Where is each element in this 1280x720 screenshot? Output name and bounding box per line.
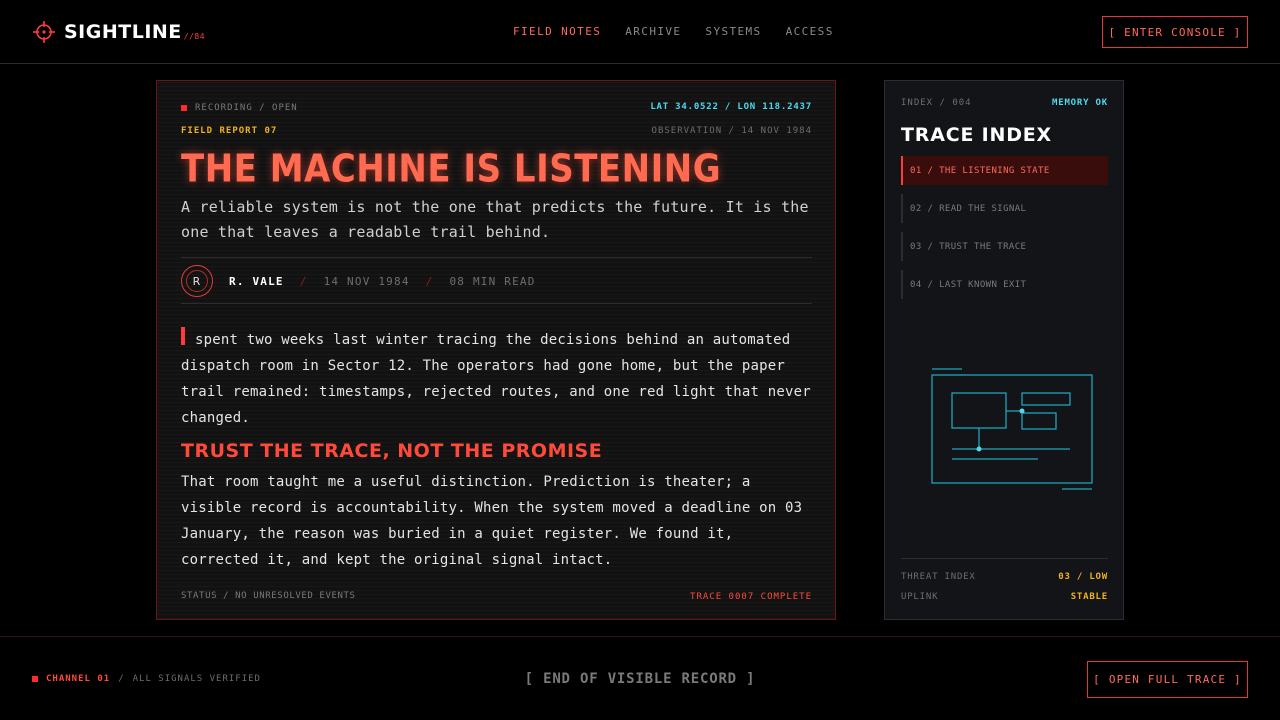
drop-cap-marker <box>181 327 185 345</box>
trace-index-panel: INDEX / 004 MEMORY OK TRACE INDEX 01 / T… <box>884 80 1124 620</box>
publish-date: 14 NOV 1984 <box>323 274 410 288</box>
read-time: 08 MIN READ <box>449 274 536 288</box>
trace-item-last-exit[interactable]: 04 / LAST KNOWN EXIT <box>901 270 1108 299</box>
recording-status: RECORDING / OPEN <box>181 103 298 113</box>
article-subtitle: A reliable system is not the one that pr… <box>181 198 809 241</box>
top-bar: SIGHTLINE //84 FIELD NOTES ARCHIVE SYSTE… <box>0 0 1280 64</box>
circuit-diagram-icon <box>931 368 1093 490</box>
uplink-value: STABLE <box>1070 592 1108 602</box>
uplink-label: UPLINK <box>901 592 939 602</box>
trace-list: 01 / THE LISTENING STATE 02 / READ THE S… <box>901 156 1108 308</box>
article-paragraph: That room taught me a useful distinction… <box>181 474 803 568</box>
divider <box>181 303 812 304</box>
byline: R R. VALE / 14 NOV 1984 / 08 MIN READ <box>181 265 536 297</box>
article-panel: RECORDING / OPEN LAT 34.0522 / LON 118.2… <box>156 80 836 620</box>
recording-label: RECORDING / OPEN <box>195 103 298 113</box>
nav-systems[interactable]: SYSTEMS <box>705 25 761 38</box>
coordinates-readout: LAT 34.0522 / LON 118.2437 <box>650 102 812 112</box>
panel-title: TRACE INDEX <box>901 124 1053 146</box>
crosshair-icon <box>33 21 55 43</box>
nav-archive[interactable]: ARCHIVE <box>625 25 681 38</box>
report-label: FIELD REPORT 07 <box>181 126 278 136</box>
enter-console-button[interactable]: [ ENTER CONSOLE ] <box>1102 16 1248 48</box>
recording-dot-icon <box>181 105 187 111</box>
author-name[interactable]: R. VALE <box>229 275 284 288</box>
footer-bar: CHANNEL 01 / ALL SIGNALS VERIFIED [ END … <box>0 636 1280 720</box>
status-line: STATUS / NO UNRESOLVED EVENTS <box>181 591 356 601</box>
paragraph-text: spent two weeks last winter tracing the … <box>181 332 811 426</box>
divider <box>901 558 1108 559</box>
brand-name: SIGHTLINE <box>64 21 182 43</box>
divider <box>181 257 812 258</box>
trace-item-trust-trace[interactable]: 03 / TRUST THE TRACE <box>901 232 1108 261</box>
threat-label: THREAT INDEX <box>901 572 976 582</box>
byline-separator: / <box>299 274 308 288</box>
author-avatar[interactable]: R <box>181 265 213 297</box>
article-subheading: TRUST THE TRACE, NOT THE PROMISE <box>181 440 603 462</box>
trace-item-listening-state[interactable]: 01 / THE LISTENING STATE <box>901 156 1108 185</box>
avatar-initial: R <box>186 270 208 292</box>
nav-access[interactable]: ACCESS <box>786 25 834 38</box>
article-headline: THE MACHINE IS LISTENING <box>181 147 722 192</box>
open-full-trace-button[interactable]: [ OPEN FULL TRACE ] <box>1087 661 1248 698</box>
trace-item-read-signal[interactable]: 02 / READ THE SIGNAL <box>901 194 1108 223</box>
nav-field-notes[interactable]: FIELD NOTES <box>513 25 601 38</box>
brand-suffix: //84 <box>183 31 206 41</box>
byline-separator: / <box>425 274 434 288</box>
memory-status: MEMORY OK <box>1052 98 1108 108</box>
article-paragraph: spent two weeks last winter tracing the … <box>181 327 812 431</box>
observation-date: OBSERVATION / 14 NOV 1984 <box>651 126 812 136</box>
threat-index-row: THREAT INDEX 03 / LOW <box>901 572 1108 582</box>
uplink-row: UPLINK STABLE <box>901 592 1108 602</box>
brand-logo[interactable]: SIGHTLINE //84 <box>32 20 205 44</box>
main-nav: FIELD NOTES ARCHIVE SYSTEMS ACCESS <box>513 25 858 38</box>
trace-status: TRACE 0007 COMPLETE <box>690 592 812 602</box>
threat-value: 03 / LOW <box>1058 572 1108 582</box>
index-counter: INDEX / 004 <box>901 98 972 108</box>
